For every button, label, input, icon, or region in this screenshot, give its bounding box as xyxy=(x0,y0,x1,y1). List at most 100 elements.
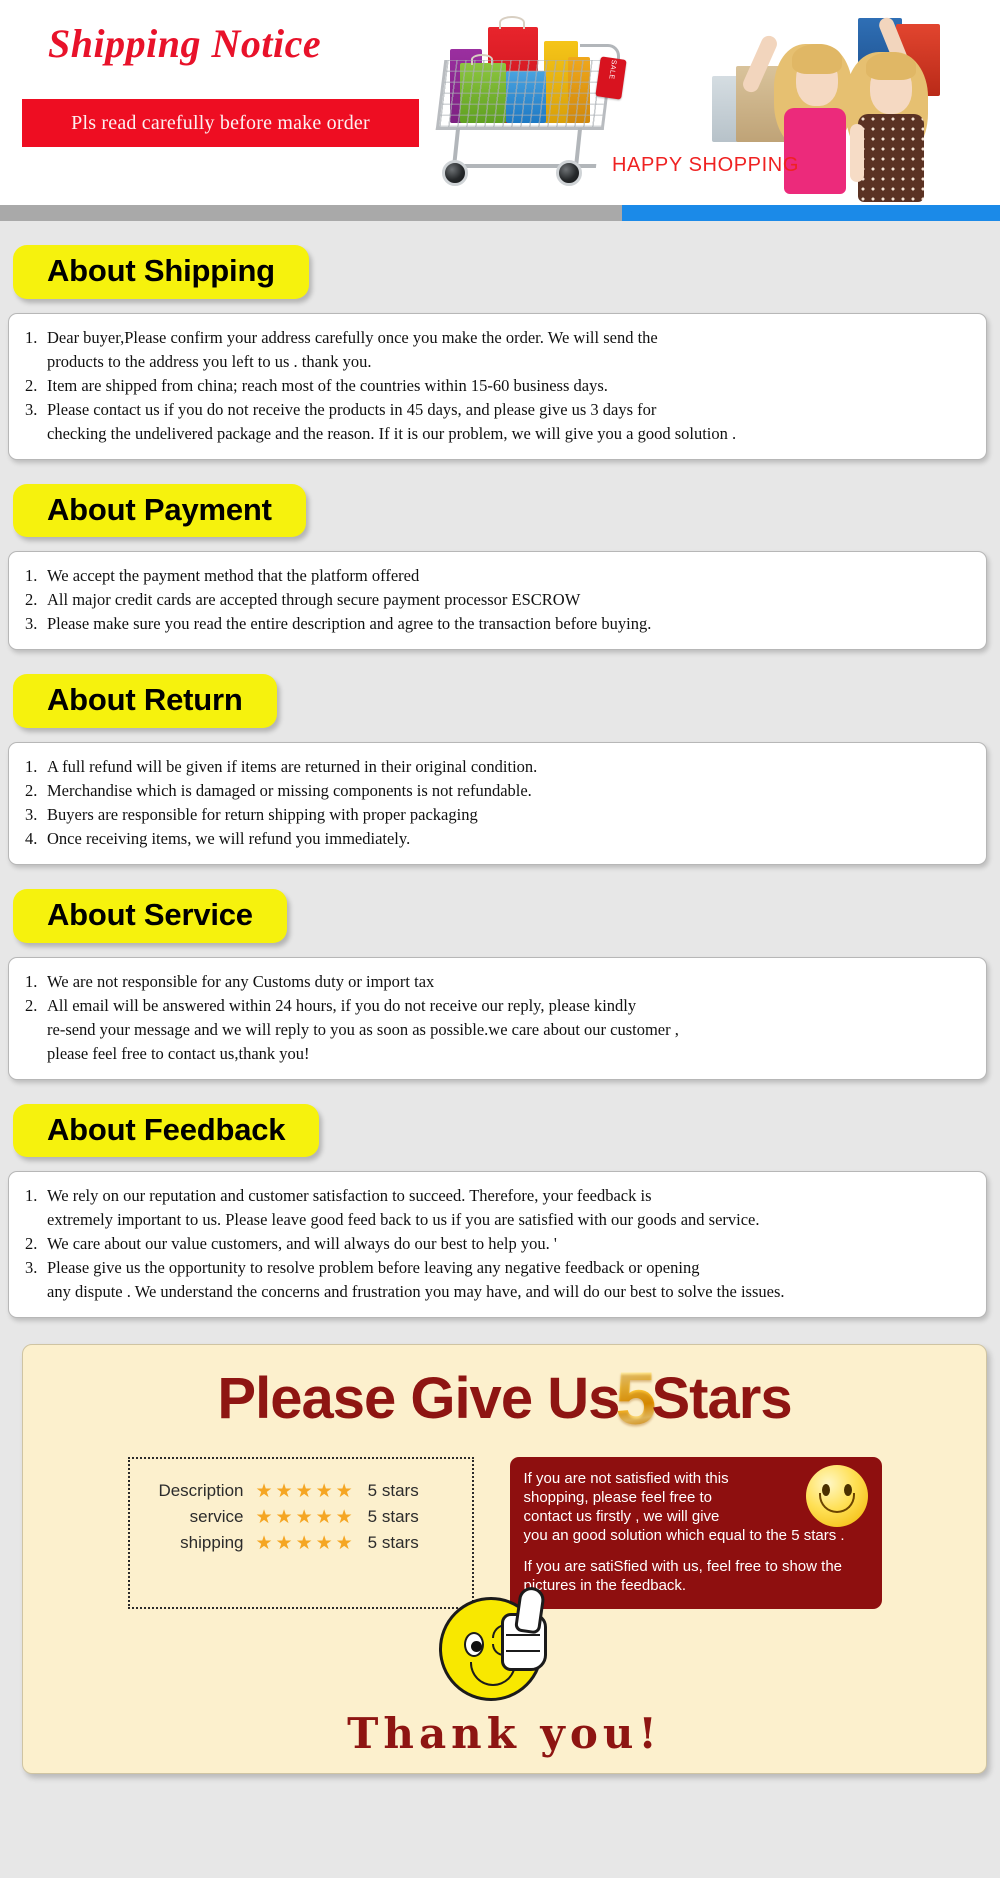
policy-list-item: 3. Please make sure you read the entire d… xyxy=(25,612,970,636)
policy-list-item: 2. We care about our value customers, and… xyxy=(25,1232,970,1256)
shopper-hair xyxy=(866,52,916,80)
policy-section: About Payment 1. We accept the payment met… xyxy=(0,460,1000,651)
rating-breakdown-box: Description ★★★★★ 5 stars service ★★★★★ 5 sta… xyxy=(127,1457,474,1610)
list-item-text: A full refund will be given if items are… xyxy=(47,756,538,776)
list-item-number: 3. xyxy=(25,1258,38,1278)
note-paragraph-2: If you are satiSfied with us, feel free … xyxy=(523,1558,843,1595)
list-item-number: 2. xyxy=(25,780,38,800)
section-body: 1. We rely on our reputation and customer… xyxy=(8,1171,987,1319)
list-item-number: 2. xyxy=(25,995,38,1015)
policy-list-item: 2. All email will be answered within 24 h… xyxy=(25,994,970,1066)
list-item-text: Dear buyer,Please confirm your address c… xyxy=(47,327,658,371)
happy-shopping-text: HAPPY SHOPPING xyxy=(612,154,799,176)
list-item-number: 2. xyxy=(25,1234,38,1254)
policy-list-item: 1. We are not responsible for any Customs… xyxy=(25,970,970,994)
content-area: About Shipping 1. Dear buyer,Please confir… xyxy=(0,221,1000,1795)
list-item-text: We are not responsible for any Customs d… xyxy=(47,971,435,991)
list-item-text: We accept the payment method that the pl… xyxy=(47,566,420,586)
policy-section: About Shipping 1. Dear buyer,Please confir… xyxy=(0,221,1000,460)
hand-knuckle-line xyxy=(505,1634,540,1637)
five-stars-panel: Please Give Us5Stars Description ★★★★★ 5 s… xyxy=(22,1344,987,1775)
sale-tag-label: SALE xyxy=(607,59,618,80)
rating-stars-icon: ★★★★★ xyxy=(255,1532,356,1554)
list-item-number: 1. xyxy=(25,1186,38,1206)
policy-list-item: 2. Item are shipped from china; reach mos… xyxy=(25,374,970,398)
list-item-number: 3. xyxy=(25,614,38,634)
list-item-number: 4. xyxy=(25,828,38,848)
cart-wheel-icon xyxy=(556,160,582,186)
section-body: 1. Dear buyer,Please confirm your address… xyxy=(8,312,987,460)
list-item-text: Please make sure you read the entire des… xyxy=(47,614,652,634)
ratings-and-note-row: Description ★★★★★ 5 stars service ★★★★★ 5 sta… xyxy=(23,1457,986,1610)
smiley-face-icon xyxy=(805,1465,868,1528)
rating-stars-icon: ★★★★★ xyxy=(255,1480,356,1502)
section-heading-label: About Return xyxy=(47,682,243,718)
list-item-text: Merchandise which is damaged or missing … xyxy=(47,780,532,800)
divider-blue-segment xyxy=(622,205,1000,221)
list-item-text: We care about our value customers, and w… xyxy=(47,1234,557,1254)
smiley-eye-open xyxy=(463,1632,484,1658)
section-heading-badge: About Feedback xyxy=(13,1103,320,1158)
policy-list: 1. We are not responsible for any Customs… xyxy=(25,970,970,1066)
header-banner: Shipping Notice Pls read carefully befor… xyxy=(0,0,1000,205)
list-item-number: 1. xyxy=(25,756,38,776)
policy-list-item: 1. A full refund will be given if items a… xyxy=(25,755,970,779)
policy-section: About Return 1. A full refund will be give… xyxy=(0,650,1000,865)
list-item-number: 2. xyxy=(25,590,38,610)
section-heading-label: About Service xyxy=(47,896,253,932)
list-item-number: 1. xyxy=(25,971,38,991)
headline-after: Stars xyxy=(651,1366,793,1432)
section-heading-label: About Payment xyxy=(47,491,272,527)
section-body: 1. We accept the payment method that the … xyxy=(8,551,987,651)
cart-leg-icon xyxy=(452,128,461,164)
cart-wheel-icon xyxy=(442,160,468,186)
list-item-text: All email will be answered within 24 hou… xyxy=(47,995,679,1063)
policy-list-item: 3. Please give us the opportunity to reso… xyxy=(25,1256,970,1304)
rating-stars-icon: ★★★★★ xyxy=(255,1506,356,1528)
policy-list-item: 2. All major credit cards are accepted th… xyxy=(25,588,970,612)
section-heading-badge: About Shipping xyxy=(13,245,309,299)
policy-list-item: 3. Buyers are responsible for return ship… xyxy=(25,803,970,827)
policy-list-item: 1. We rely on our reputation and customer… xyxy=(25,1184,970,1232)
section-body: 1. A full refund will be given if items a… xyxy=(8,741,987,865)
policy-list: 1. Dear buyer,Please confirm your address… xyxy=(25,326,970,446)
list-item-text: Please give us the opportunity to resolv… xyxy=(47,1258,785,1302)
policy-list: 1. We rely on our reputation and customer… xyxy=(25,1184,970,1304)
list-item-number: 1. xyxy=(25,566,38,586)
bag-handle-icon xyxy=(499,16,525,29)
section-heading-label: About Shipping xyxy=(47,253,275,288)
header-divider xyxy=(0,205,1000,221)
policy-section: About Service 1. We are not responsible fo… xyxy=(0,865,1000,1080)
list-item-number: 2. xyxy=(25,375,38,395)
rating-label: service xyxy=(189,1507,244,1527)
policy-list-item: 1. Dear buyer,Please confirm your address… xyxy=(25,326,970,374)
shopper-top-brown xyxy=(858,114,924,202)
section-heading-badge: About Service xyxy=(13,888,287,943)
smiley-mouth xyxy=(818,1493,855,1514)
rating-row: service ★★★★★ 5 stars xyxy=(148,1507,446,1527)
headline-before: Please Give Us xyxy=(217,1366,620,1432)
section-heading-label: About Feedback xyxy=(47,1111,286,1147)
list-item-text: We rely on our reputation and customer s… xyxy=(47,1186,760,1230)
rating-row: Description ★★★★★ 5 stars xyxy=(148,1481,446,1501)
ribbon-label: Pls read carefully before make order xyxy=(71,111,370,134)
cart-basket-icon xyxy=(435,60,613,130)
five-stars-headline: Please Give Us5Stars xyxy=(23,1357,986,1441)
policy-list-item: 2. Merchandise which is damaged or missin… xyxy=(25,779,970,803)
shopper-hair xyxy=(792,44,842,74)
list-item-number: 3. xyxy=(25,399,38,419)
rating-value: 5 stars xyxy=(367,1533,419,1553)
rating-value: 5 stars xyxy=(367,1507,419,1527)
page-title: Shipping Notice xyxy=(48,21,322,66)
shopper-arm xyxy=(850,124,864,182)
section-body: 1. We are not responsible for any Customs… xyxy=(8,956,987,1080)
gold-five-numeral: 5 xyxy=(615,1357,656,1441)
list-item-text: Item are shipped from china; reach most … xyxy=(47,375,608,395)
thank-you-text: Thank you! xyxy=(347,1709,662,1759)
rating-value: 5 stars xyxy=(367,1481,419,1501)
cart-leg-icon xyxy=(574,128,583,164)
read-carefully-ribbon: Pls read carefully before make order xyxy=(22,99,419,147)
policy-list: 1. A full refund will be given if items a… xyxy=(25,755,970,851)
list-item-text: Please contact us if you do not receive … xyxy=(47,399,737,443)
satisfaction-note-box: If you are not satisfied with this shopp… xyxy=(509,1457,882,1610)
